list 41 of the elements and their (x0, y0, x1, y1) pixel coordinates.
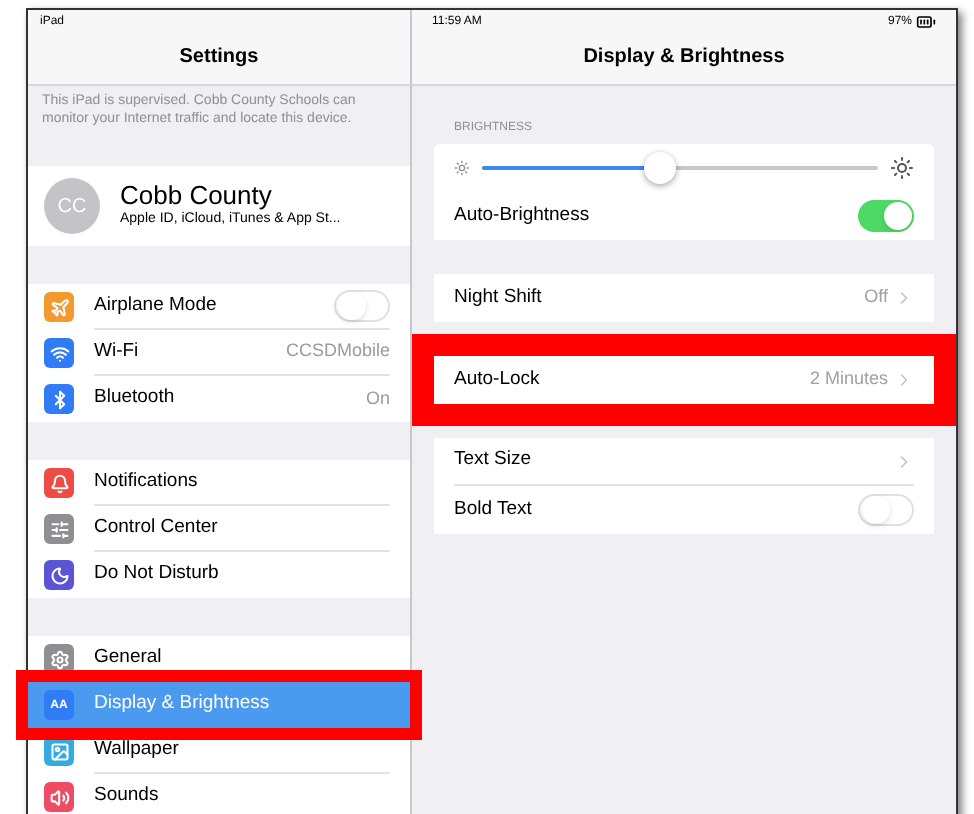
bright-sun-icon (890, 156, 914, 180)
settings-item[interactable]: Control Center (28, 506, 410, 552)
row-label: Auto-Brightness (454, 201, 592, 230)
row-label: Bold Text (454, 495, 534, 524)
detail-title: Display & Brightness (581, 44, 787, 72)
row-label: Auto-Lock (454, 365, 542, 394)
slider-thumb[interactable] (644, 152, 677, 184)
settings-item[interactable]: Notifications (28, 460, 410, 506)
item-value: CCSDMobile (285, 338, 390, 365)
item-label: Do Not Disturb (94, 560, 221, 589)
item-label: Display & Brightness (94, 690, 272, 719)
settings-row[interactable]: Text Size (434, 438, 934, 486)
row-value: Off (864, 284, 888, 311)
item-label: General (94, 643, 164, 672)
dim-sun-icon (454, 160, 470, 176)
settings-item[interactable]: Airplane Mode (28, 284, 410, 330)
item-label: Sounds (94, 782, 161, 811)
sidebar-title: Settings (177, 44, 261, 72)
item-label: Airplane Mode (94, 291, 219, 320)
item-label: Wallpaper (94, 735, 181, 764)
item-label: Bluetooth (94, 384, 177, 413)
avatar-initials: CC (57, 193, 87, 221)
item-label: Control Center (94, 513, 220, 542)
settings-item[interactable]: Do Not Disturb (28, 552, 410, 598)
item-label: Notifications (94, 467, 200, 496)
item-label: Wi-Fi (94, 337, 141, 366)
row-label: Night Shift (454, 283, 544, 312)
toggle-switch[interactable] (858, 200, 914, 232)
toggle-switch[interactable] (334, 290, 390, 322)
battery-icon (916, 12, 936, 32)
settings-item[interactable]: Sounds (28, 774, 410, 814)
row-value: 2 Minutes (809, 366, 888, 393)
brightness-slider[interactable] (482, 152, 878, 184)
settings-row[interactable]: Night Shift Off (434, 274, 934, 322)
profile-name: Cobb County (120, 180, 274, 211)
settings-item[interactable]: Bluetooth On (28, 376, 410, 422)
settings-row[interactable]: Auto-Lock 2 Minutes (434, 356, 934, 404)
row-label: Text Size (454, 446, 534, 475)
toggle-switch[interactable] (858, 494, 914, 526)
item-value: On (365, 385, 390, 412)
settings-item[interactable]: Wi-Fi CCSDMobile (28, 330, 410, 376)
